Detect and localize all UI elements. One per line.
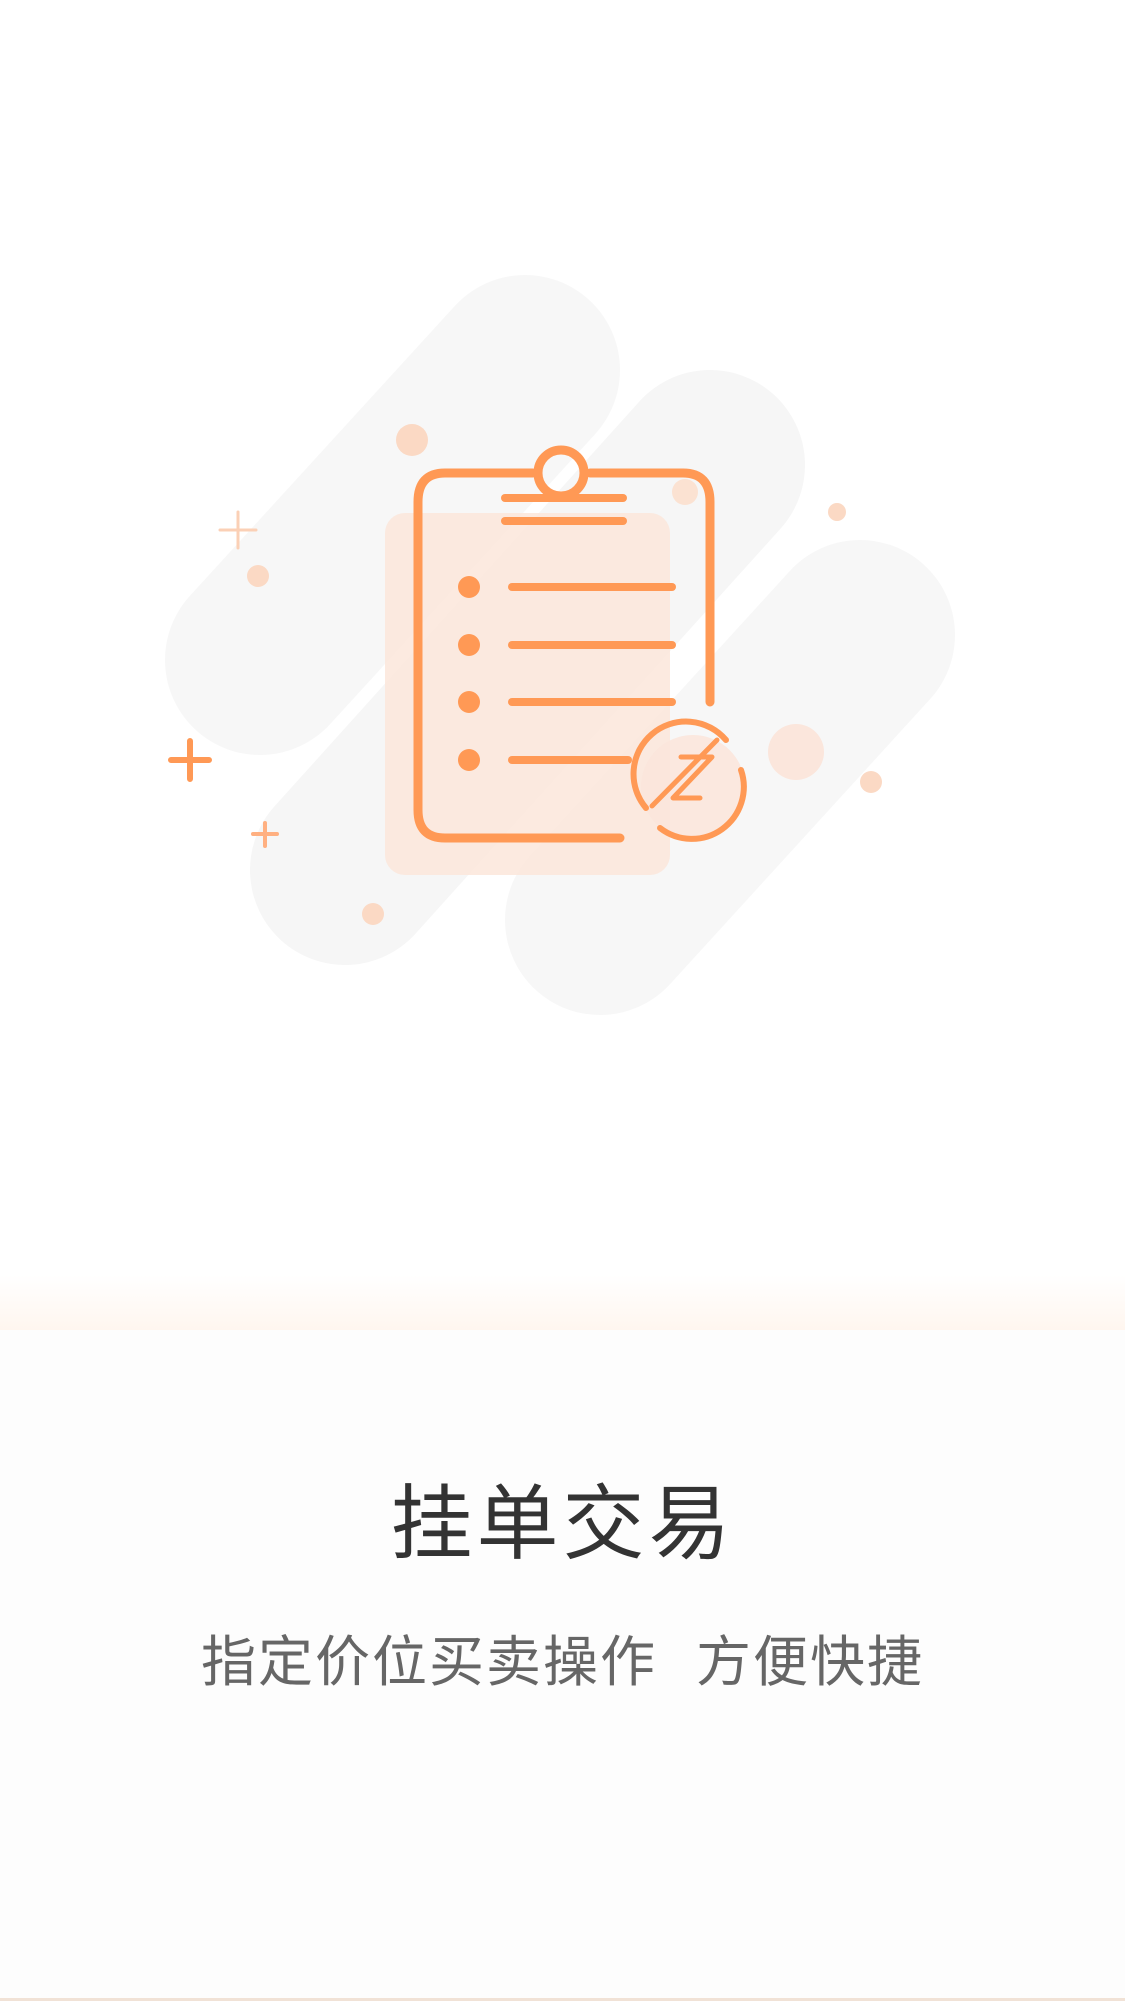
page-subtitle: 指定价位买卖操作 方便快捷 — [201, 1630, 924, 1694]
order-trading-illustration — [165, 275, 955, 1015]
page-title: 挂单交易 — [390, 1477, 735, 1572]
clipboard-shadow — [385, 513, 670, 875]
